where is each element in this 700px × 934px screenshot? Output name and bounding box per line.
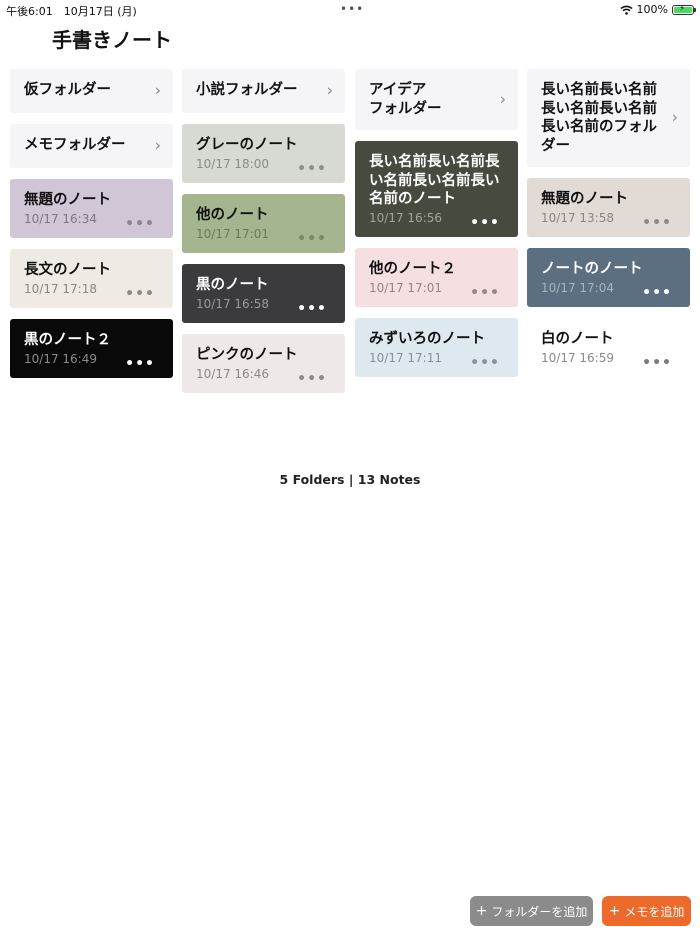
note-card[interactable]: 他のノート 10/17 17:01 ••• xyxy=(182,194,345,253)
note-card[interactable]: グレーのノート 10/17 18:00 ••• xyxy=(182,124,345,183)
more-options-icon[interactable]: ••• xyxy=(470,355,500,371)
more-options-icon[interactable]: ••• xyxy=(470,215,500,231)
more-options-icon[interactable]: ••• xyxy=(125,286,155,302)
battery-icon: ⚡ xyxy=(672,3,696,15)
folder-card[interactable]: 長い名前長い名前長い名前長い名前長い名前のフォルダー › xyxy=(527,69,690,167)
note-card[interactable]: 無題のノート 10/17 16:34 ••• xyxy=(10,179,173,238)
add-memo-button[interactable]: + メモを追加 xyxy=(602,896,691,926)
more-options-icon[interactable]: ••• xyxy=(297,231,327,247)
more-options-icon[interactable]: ••• xyxy=(297,371,327,387)
note-title: 無題のノート xyxy=(541,191,628,207)
note-title: みずいろのノート xyxy=(369,331,485,347)
note-title: ノートのノート xyxy=(541,261,643,277)
folder-card[interactable]: 小説フォルダー › xyxy=(182,69,345,113)
page-title: 手書きノート xyxy=(52,28,172,52)
note-title: 他のノート xyxy=(196,207,269,223)
folder-card[interactable]: 仮フォルダー › xyxy=(10,69,173,113)
more-options-icon[interactable]: ••• xyxy=(470,285,500,301)
note-card[interactable]: 長い名前長い名前長い名前長い名前長い名前のノート 10/17 16:56 ••• xyxy=(355,141,518,237)
summary-count: 5 Folders | 13 Notes xyxy=(279,472,421,487)
more-options-icon[interactable]: ••• xyxy=(125,356,155,372)
note-card[interactable]: ピンクのノート 10/17 16:46 ••• xyxy=(182,334,345,393)
chevron-right-icon: › xyxy=(154,80,161,100)
note-card[interactable]: 無題のノート 10/17 13:58 ••• xyxy=(527,178,690,237)
note-card[interactable]: 白のノート 10/17 16:59 ••• xyxy=(527,318,690,377)
plus-icon: + xyxy=(608,903,621,919)
note-title: 黒のノート２ xyxy=(24,332,111,348)
chevron-right-icon: › xyxy=(326,80,333,100)
note-card[interactable]: 長文のノート 10/17 17:18 ••• xyxy=(10,249,173,308)
more-options-icon[interactable]: ••• xyxy=(297,301,327,317)
folder-card[interactable]: メモフォルダー › xyxy=(10,124,173,168)
note-title: ピンクのノート xyxy=(196,347,298,363)
more-options-icon[interactable]: ••• xyxy=(642,215,672,231)
add-memo-label: メモを追加 xyxy=(624,904,685,919)
add-folder-label: フォルダーを追加 xyxy=(491,904,588,919)
multitasking-dots-icon[interactable]: ••• xyxy=(340,2,364,16)
note-title: 長文のノート xyxy=(24,262,111,278)
folder-title: アイデア フォルダー xyxy=(369,82,442,117)
note-title: 黒のノート xyxy=(196,277,269,293)
chevron-right-icon: › xyxy=(154,135,161,155)
status-right: 100% ⚡ xyxy=(619,3,696,16)
note-card[interactable]: 黒のノート２ 10/17 16:49 ••• xyxy=(10,319,173,378)
more-options-icon[interactable]: ••• xyxy=(642,285,672,301)
note-title: 他のノート２ xyxy=(369,261,456,277)
more-options-icon[interactable]: ••• xyxy=(125,216,155,232)
more-options-icon[interactable]: ••• xyxy=(297,161,327,177)
folder-title: 仮フォルダー xyxy=(24,82,111,98)
note-card[interactable]: 他のノート２ 10/17 17:01 ••• xyxy=(355,248,518,307)
note-title: グレーのノート xyxy=(196,137,298,153)
folder-title: メモフォルダー xyxy=(24,137,126,153)
note-title: 無題のノート xyxy=(24,192,111,208)
battery-percent: 100% xyxy=(636,3,668,16)
more-options-icon[interactable]: ••• xyxy=(642,355,672,371)
note-card[interactable]: ノートのノート 10/17 17:04 ••• xyxy=(527,248,690,307)
wifi-icon xyxy=(619,5,633,15)
folder-title: 小説フォルダー xyxy=(196,82,298,98)
add-folder-button[interactable]: + フォルダーを追加 xyxy=(470,896,593,926)
chevron-right-icon: › xyxy=(499,89,506,109)
charging-bolt-icon: ⚡ xyxy=(679,3,686,14)
note-card[interactable]: 黒のノート 10/17 16:58 ••• xyxy=(182,264,345,323)
status-time-date: 午後6:01 10月17日 (月) xyxy=(6,5,137,18)
folder-title: 長い名前長い名前長い名前長い名前長い名前のフォルダー xyxy=(541,82,657,154)
plus-icon: + xyxy=(475,903,488,919)
chevron-right-icon: › xyxy=(671,107,678,127)
status-bar: 午後6:01 10月17日 (月) ••• 100% ⚡ xyxy=(0,0,700,20)
note-card[interactable]: みずいろのノート 10/17 17:11 ••• xyxy=(355,318,518,377)
note-title: 白のノート xyxy=(541,331,614,347)
folder-card[interactable]: アイデア フォルダー › xyxy=(355,69,518,130)
note-title: 長い名前長い名前長い名前長い名前長い名前のノート xyxy=(369,154,500,207)
